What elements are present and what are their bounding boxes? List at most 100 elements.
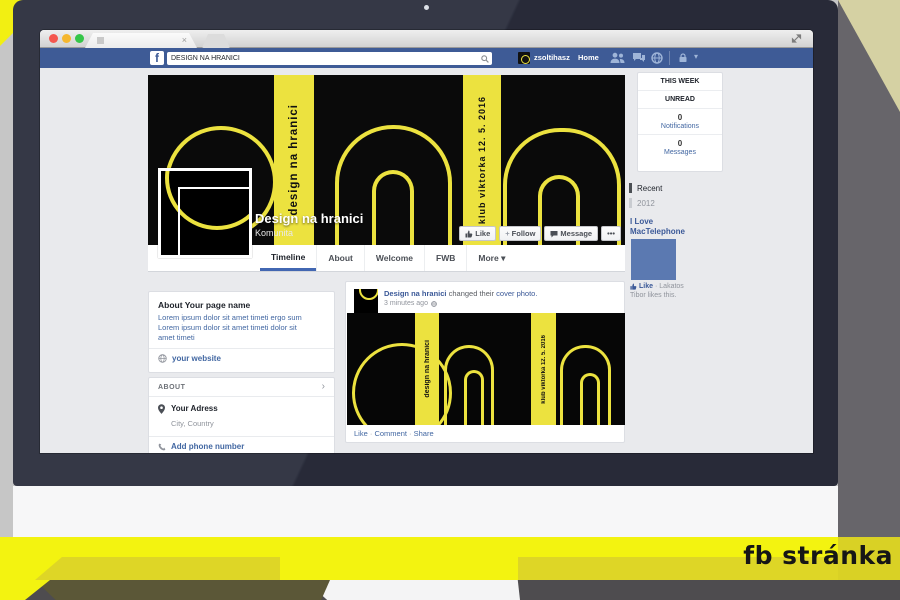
magnifier-icon xyxy=(481,55,489,63)
post-actions: Like · Comment · Share xyxy=(354,429,434,438)
page-category: Komunita xyxy=(255,228,293,238)
tab-close-icon[interactable]: × xyxy=(182,35,187,46)
plus-icon: + xyxy=(505,229,509,238)
suggested-page-like-row: Like · Lakatos xyxy=(630,283,684,290)
divider xyxy=(149,436,334,437)
user-avatar[interactable] xyxy=(518,52,530,64)
home-link[interactable]: Home xyxy=(578,53,599,62)
feed-post: Design na hranici changed their cover ph… xyxy=(345,281,625,443)
address-row: Your Adress City, Country xyxy=(158,404,325,431)
about-card-line3: amet timeti xyxy=(158,333,325,343)
tab-favicon xyxy=(97,37,104,44)
this-week-row[interactable]: THIS WEEK xyxy=(638,73,722,91)
address-value: City, Country xyxy=(171,419,214,428)
about-page-card: About Your page name Lorem ipsum dolor s… xyxy=(148,291,335,373)
year-label: 2012 xyxy=(637,199,655,208)
privacy-lock-icon[interactable] xyxy=(678,53,688,63)
username-link[interactable]: zsoltihasz xyxy=(534,53,570,62)
sidebar-like-name: · Lakatos xyxy=(655,283,684,290)
unread-row[interactable]: UNREAD xyxy=(638,91,722,109)
chevron-down-icon[interactable]: ▾ xyxy=(694,52,698,61)
timeline-nav-year[interactable]: 2012 xyxy=(629,198,662,208)
follow-button[interactable]: + Follow xyxy=(499,226,541,241)
post-time-text: 3 minutes ago xyxy=(384,300,428,307)
tab-more[interactable]: More ▾ xyxy=(466,245,516,271)
thumb-up-icon xyxy=(465,230,473,238)
follow-button-label: Follow xyxy=(512,229,536,238)
website-link[interactable]: your website xyxy=(158,354,325,363)
post-comment-link[interactable]: Comment xyxy=(374,429,407,438)
dot-separator: · xyxy=(407,429,414,438)
expand-icon[interactable] xyxy=(791,33,802,44)
cover-yellow-bar-right: klub viktorka 12. 5. 2016 xyxy=(463,75,501,245)
friend-requests-icon[interactable] xyxy=(610,52,625,64)
facebook-logo[interactable]: f xyxy=(150,51,164,65)
post-like-link[interactable]: Like xyxy=(354,429,368,438)
post-author-link[interactable]: Design na hranici xyxy=(384,289,447,298)
profile-picture[interactable] xyxy=(158,168,252,258)
suggested-page-like-row2: Tibor likes this. xyxy=(630,292,676,299)
messages-icon[interactable] xyxy=(632,52,646,64)
notifications-count: 0 xyxy=(638,109,722,123)
webcam-dot xyxy=(424,5,429,10)
minimize-window-button[interactable] xyxy=(62,34,71,43)
post-timestamp[interactable]: 3 minutes ago xyxy=(384,300,437,307)
chevron-right-icon[interactable]: › xyxy=(322,383,325,391)
page-title[interactable]: Design na hranici xyxy=(255,211,363,226)
tab-fwb[interactable]: FWB xyxy=(424,245,466,271)
about-card-title: About Your page name xyxy=(158,300,325,310)
caption-band-shade-left xyxy=(35,557,280,580)
about-section-title: ABOUT xyxy=(158,384,185,391)
tab-about[interactable]: About xyxy=(316,245,364,271)
cover-bar-right-text: klub viktorka 12. 5. 2016 xyxy=(477,96,487,224)
post-action-text: changed their xyxy=(447,289,497,298)
message-button-label: Message xyxy=(560,229,592,238)
post-image[interactable]: design na hranici klub viktorka 12. 5. 2… xyxy=(347,313,625,425)
browser-tab[interactable]: × xyxy=(85,33,197,48)
notifications-link[interactable]: Notifications xyxy=(638,123,722,135)
about-section-header[interactable]: ABOUT › xyxy=(149,378,334,397)
stand-shadow xyxy=(35,580,330,600)
post-avatar[interactable] xyxy=(354,289,378,313)
new-tab-button[interactable] xyxy=(202,34,230,48)
about-card-line2: Lorem ipsum dolor sit amet timeti dolor … xyxy=(158,323,325,333)
poster-yellow-bar-left: design na hranici xyxy=(415,313,439,425)
suggested-page-thumbnail[interactable] xyxy=(631,239,676,280)
post-share-link[interactable]: Share xyxy=(414,429,434,438)
recent-label: Recent xyxy=(637,184,662,193)
messages-count: 0 xyxy=(638,135,722,149)
website-link-label: your website xyxy=(172,354,221,363)
like-button-label: Like xyxy=(475,229,490,238)
ellipsis-icon: ••• xyxy=(607,229,615,238)
poster-bar-right-text: klub viktorka 12. 5. 2016 xyxy=(541,335,547,404)
post-object-link[interactable]: cover photo. xyxy=(496,289,537,298)
globe-mini-icon xyxy=(431,301,437,307)
post-header: Design na hranici changed their cover ph… xyxy=(384,289,537,299)
avatar-arc xyxy=(521,55,530,64)
search-value: DESIGN NA HRANICI xyxy=(171,55,240,62)
message-button[interactable]: Message xyxy=(544,226,598,241)
like-button[interactable]: Like xyxy=(459,226,496,241)
poster-letter-n-inner xyxy=(464,370,484,425)
browser-window: × f DESIGN NA HRANICI zsoltihasz Home xyxy=(40,30,813,453)
sidebar-like-link[interactable]: Like xyxy=(639,283,653,290)
search-input[interactable]: DESIGN NA HRANICI xyxy=(167,52,492,65)
close-window-button[interactable] xyxy=(49,34,58,43)
thumb-up-small-icon xyxy=(630,283,637,290)
website-globe-icon xyxy=(158,354,167,363)
browser-titlebar: × xyxy=(40,30,813,48)
zoom-window-button[interactable] xyxy=(75,34,84,43)
timeline-marker xyxy=(629,183,632,193)
more-actions-button[interactable]: ••• xyxy=(601,226,621,241)
suggested-page-line2: MacTelephone xyxy=(630,227,685,237)
messages-link[interactable]: Messages xyxy=(638,149,722,160)
add-phone-link[interactable]: Add phone number xyxy=(158,442,325,451)
timeline-nav-recent[interactable]: Recent xyxy=(629,183,662,193)
tab-welcome[interactable]: Welcome xyxy=(364,245,424,271)
suggested-page-link[interactable]: I Love MacTelephone xyxy=(630,217,685,237)
phone-icon xyxy=(158,443,166,451)
notifications-globe-icon[interactable] xyxy=(651,52,663,64)
cover-letter-n-inner xyxy=(372,170,414,245)
tab-timeline[interactable]: Timeline xyxy=(260,245,316,271)
profile-picture-square xyxy=(178,187,252,258)
